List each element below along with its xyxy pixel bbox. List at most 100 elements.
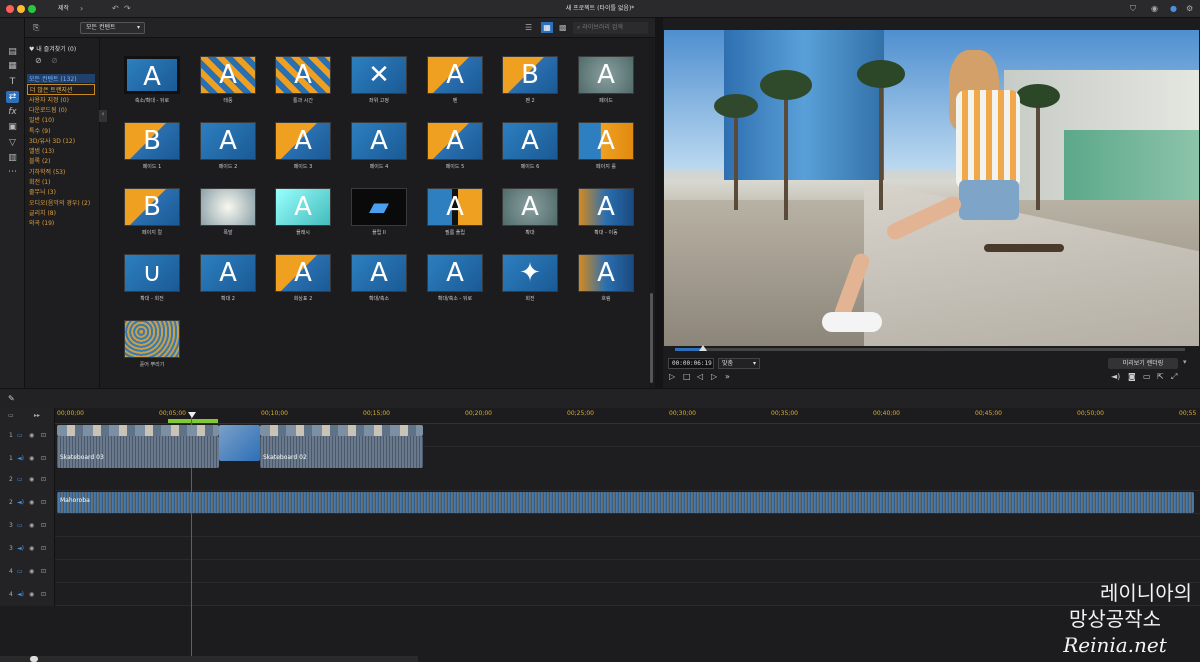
list-view-icon[interactable]: ☰ bbox=[525, 23, 532, 32]
subtitle-room-icon[interactable]: ▥ bbox=[6, 152, 19, 164]
transition-tile[interactable]: A 페이드 5 bbox=[427, 122, 483, 170]
lock-icon[interactable]: ⊡ bbox=[41, 568, 46, 575]
category-item[interactable]: 줄무늬 (3) bbox=[29, 187, 56, 196]
visibility-icon[interactable]: ◉ bbox=[29, 568, 34, 575]
edit-tool-icon[interactable]: ✎ bbox=[8, 394, 15, 403]
work-area-bar[interactable] bbox=[168, 419, 218, 423]
fit-select[interactable]: 맞춤 ▾ bbox=[718, 358, 760, 369]
transition-tile[interactable]: A 확대 bbox=[502, 188, 558, 236]
large-grid-icon[interactable]: ▩ bbox=[559, 23, 567, 32]
category-item[interactable]: 특수 (9) bbox=[29, 126, 50, 135]
transition-tile[interactable]: A 확대 - 이동 bbox=[578, 188, 634, 236]
visibility-icon[interactable]: ◉ bbox=[29, 499, 34, 506]
lock-icon[interactable]: ⊡ bbox=[41, 432, 46, 439]
transition-tile[interactable]: A 확대/축소 bbox=[351, 254, 407, 302]
pip-room-icon[interactable]: ▣ bbox=[6, 121, 19, 133]
audio-track[interactable]: 4 ◄) ◉ ⊡ bbox=[0, 583, 1200, 606]
category-item[interactable]: 글리치 (8) bbox=[29, 208, 56, 217]
transition-tile[interactable]: A 페이드 4 bbox=[351, 122, 407, 170]
transition-tile[interactable]: A 축소/확대 - 뒤로 bbox=[124, 56, 180, 104]
video-clip-thumbs[interactable] bbox=[260, 425, 423, 436]
category-item[interactable]: 기하학적 (53) bbox=[29, 167, 65, 176]
category-item[interactable]: 오디오(음악의 경우) (2) bbox=[29, 198, 90, 207]
preview-scrubber[interactable] bbox=[675, 345, 1185, 351]
effect-room-icon[interactable]: fx bbox=[6, 106, 19, 118]
transition-tile[interactable]: A 필름 플립 bbox=[427, 188, 483, 236]
transition-tile[interactable]: A 흐림 bbox=[578, 254, 634, 302]
grid-view-icon[interactable]: ▦ bbox=[541, 22, 553, 33]
category-item[interactable]: 블록 (2) bbox=[29, 156, 50, 165]
next-frame-icon[interactable]: ▷ bbox=[711, 372, 717, 381]
transition-tile[interactable]: A 페이드 6 bbox=[502, 122, 558, 170]
template-room-icon[interactable]: ▦ bbox=[6, 60, 19, 72]
fit-timeline-icon[interactable]: ▸▸ bbox=[34, 412, 40, 419]
lock-icon[interactable]: ⊡ bbox=[41, 522, 46, 529]
timeline-zoom-bar[interactable] bbox=[0, 656, 418, 662]
transition-tile[interactable]: ∪ 확대 - 회전 bbox=[124, 254, 180, 302]
category-item[interactable]: 앨범 (13) bbox=[29, 146, 54, 155]
lock-icon[interactable]: ⊡ bbox=[41, 545, 46, 552]
category-item[interactable]: 일반 (10) bbox=[29, 115, 54, 124]
visibility-icon[interactable]: ◉ bbox=[29, 545, 34, 552]
transition-tile[interactable]: A 확대/축소 - 뒤로 bbox=[427, 254, 483, 302]
cart-icon[interactable]: ⛉ bbox=[1130, 4, 1136, 14]
video-track[interactable]: 3 ▭ ◉ ⊡ bbox=[0, 514, 1200, 537]
visibility-icon[interactable]: ◉ bbox=[29, 591, 34, 598]
category-item[interactable]: 와곡 (19) bbox=[29, 218, 54, 227]
category-item[interactable]: 3D/유사 3D (12) bbox=[29, 136, 75, 145]
video-track[interactable]: 4 ▭ ◉ ⊡ bbox=[0, 560, 1200, 583]
timeline-ruler[interactable]: 00;00;00 00;05;00 00;10;00 00;15;00 00;20;00… bbox=[55, 408, 1200, 424]
favorites-item[interactable]: ♥ 내 즐겨찾기 (0) bbox=[29, 44, 76, 53]
video-clip[interactable]: Skateboard 02 bbox=[260, 436, 423, 468]
transition-tile[interactable]: ✕ 좌위 고정 bbox=[351, 56, 407, 104]
transition-tile[interactable]: 흩어 뿌리기 bbox=[124, 320, 180, 368]
visibility-icon[interactable]: ◉ bbox=[29, 522, 34, 529]
account-icon[interactable]: ◉ bbox=[1151, 4, 1158, 13]
transition-tile[interactable]: ✦ 회전 bbox=[502, 254, 558, 302]
visibility-icon[interactable]: ◉ bbox=[29, 455, 34, 462]
lock-icon[interactable]: ⊡ bbox=[41, 476, 46, 483]
display-icon[interactable]: ▭ bbox=[1143, 372, 1151, 381]
snapshot-icon[interactable]: ◙ bbox=[1128, 372, 1136, 381]
undock-icon[interactable]: ⇱ bbox=[1157, 372, 1164, 381]
transition-tile[interactable]: A 회상표 2 bbox=[275, 254, 331, 302]
transition-room-icon[interactable]: ⇄ bbox=[6, 91, 19, 103]
remove-tag-icon[interactable]: ⊘ bbox=[51, 56, 58, 65]
transition-tile[interactable]: ▰ 플립 II bbox=[351, 188, 407, 236]
category-item[interactable]: 모든 컨텐트 (132) bbox=[27, 74, 95, 83]
visibility-icon[interactable]: ◉ bbox=[29, 476, 34, 483]
previous-frame-icon[interactable]: ◁ bbox=[697, 372, 703, 381]
track-manager-icon[interactable]: ▭ bbox=[8, 412, 14, 419]
fast-forward-icon[interactable]: » bbox=[725, 372, 730, 381]
lock-icon[interactable]: ⊡ bbox=[41, 499, 46, 506]
transition-tile[interactable]: 폭발 bbox=[200, 188, 256, 236]
transition-tile[interactable]: B 페이지 컬 bbox=[124, 188, 180, 236]
notification-icon[interactable]: ● bbox=[1170, 4, 1177, 13]
media-room-icon[interactable]: ▤ bbox=[6, 46, 19, 58]
settings-icon[interactable]: ⚙ bbox=[1186, 4, 1193, 13]
add-tag-icon[interactable]: ⊘ bbox=[35, 56, 42, 65]
category-item[interactable]: 회전 (1) bbox=[29, 177, 50, 186]
transition-tile[interactable]: A 통과 시간 bbox=[275, 56, 331, 104]
fullscreen-icon[interactable]: ⤢ bbox=[1171, 372, 1177, 382]
more-icon[interactable]: ⋯ bbox=[6, 166, 19, 178]
visibility-icon[interactable]: ◉ bbox=[29, 432, 34, 439]
transition-tile[interactable]: A펜 bbox=[427, 56, 483, 104]
transition-tile[interactable]: B 페이드 1 bbox=[124, 122, 180, 170]
stop-icon[interactable]: □ bbox=[683, 372, 691, 381]
lock-icon[interactable]: ⊡ bbox=[41, 591, 46, 598]
volume-icon[interactable]: ◄) bbox=[1111, 372, 1120, 381]
content-filter-select[interactable]: 모든 컨텐트 ▾ bbox=[80, 22, 145, 34]
audio-clip[interactable]: Mahoroba bbox=[57, 492, 1194, 513]
library-scrollbar[interactable] bbox=[649, 38, 654, 388]
lock-icon[interactable]: ⊡ bbox=[41, 455, 46, 462]
audio-track[interactable]: 3 ◄) ◉ ⊡ bbox=[0, 537, 1200, 560]
play-icon[interactable]: ▷ bbox=[669, 372, 675, 381]
transition-tile[interactable]: A 확대 2 bbox=[200, 254, 256, 302]
transition-tile[interactable]: B 펜 2 bbox=[502, 56, 558, 104]
transition-tile[interactable]: A 페이드 bbox=[578, 56, 634, 104]
collapse-panel-button[interactable]: ‹ bbox=[99, 110, 107, 122]
video-clip-thumbs[interactable] bbox=[57, 425, 219, 436]
video-clip[interactable]: Skateboard 03 bbox=[57, 436, 219, 468]
chevron-down-icon[interactable]: ▾ bbox=[1183, 358, 1187, 366]
